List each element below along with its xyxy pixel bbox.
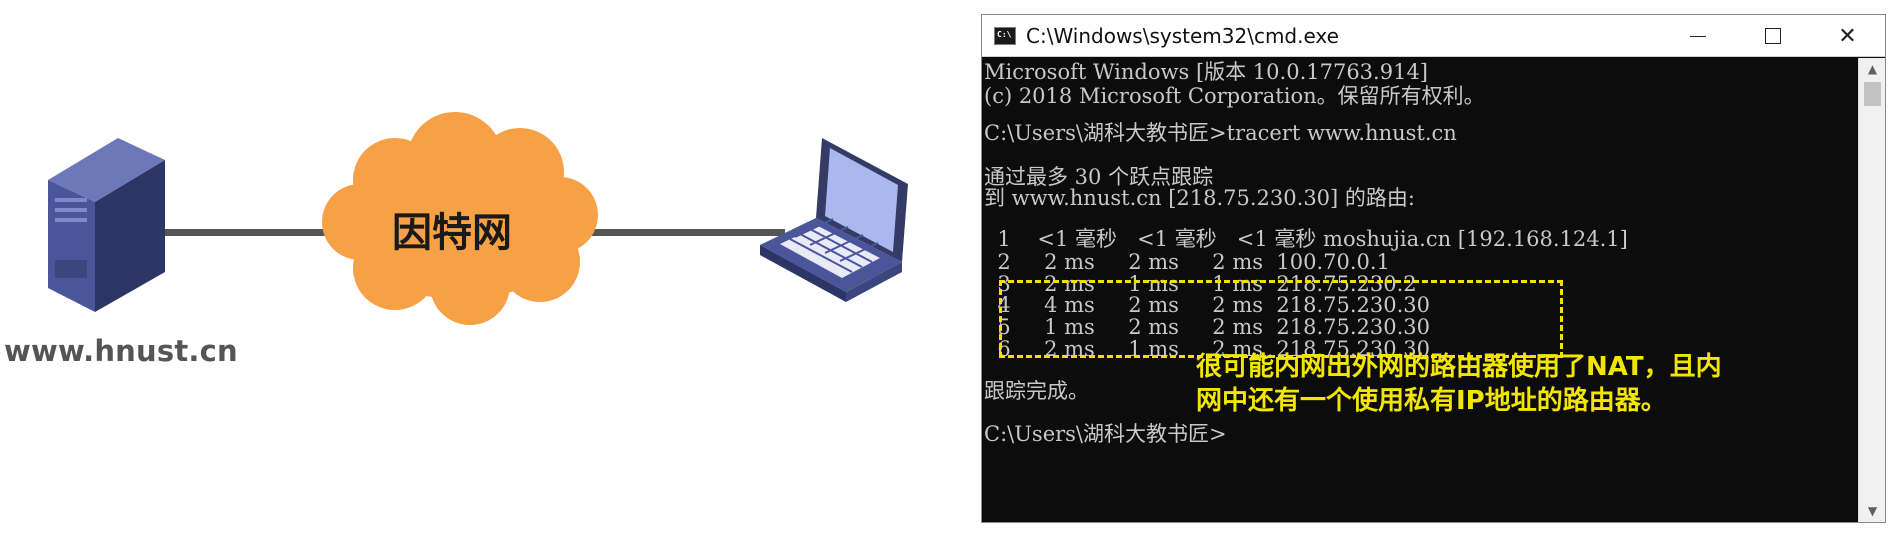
close-icon: ✕ bbox=[1838, 23, 1857, 49]
highlight-dashed-box bbox=[999, 280, 1563, 358]
link-cloud-laptop bbox=[570, 229, 785, 236]
scroll-up-arrow-icon[interactable]: ▲ bbox=[1859, 58, 1886, 80]
server-hostname-label: www.hnust.cn bbox=[4, 334, 238, 368]
trace-hop-row: 2 2 ms 2 ms 2 ms 100.70.0.1 bbox=[984, 250, 1390, 274]
console-output[interactable]: Microsoft Windows [版本 10.0.17763.914] (c… bbox=[982, 58, 1858, 522]
console-line: (c) 2018 Microsoft Corporation。保留所有权利。 bbox=[984, 84, 1485, 108]
diagram-canvas bbox=[48, 112, 908, 325]
console-line: 到 www.hnust.cn [218.75.230.30] 的路由: bbox=[984, 186, 1415, 210]
trace-hop-row: 1 <1 毫秒 <1 毫秒 <1 毫秒 moshujia.cn [192.168… bbox=[984, 227, 1628, 251]
scroll-down-arrow-icon[interactable]: ▼ bbox=[1859, 500, 1886, 522]
network-diagram: 因特网 www.hnust.cn bbox=[0, 0, 960, 543]
console-line: C:\Users\湖科大教书匠>tracert www.hnust.cn bbox=[984, 121, 1457, 145]
title-bar[interactable]: C:\ C:\Windows\system32\cmd.exe ✕ bbox=[982, 15, 1885, 57]
server-icon bbox=[48, 138, 165, 312]
cmd-app-icon-text: C:\ bbox=[997, 30, 1012, 39]
scroll-thumb[interactable] bbox=[1864, 82, 1881, 106]
minimize-icon bbox=[1689, 35, 1706, 37]
cmd-window: C:\ C:\Windows\system32\cmd.exe ✕ Micros… bbox=[981, 14, 1886, 523]
maximize-icon bbox=[1764, 28, 1781, 44]
command-prompt: C:\Users\湖科大教书匠> bbox=[984, 422, 1227, 446]
internet-label: 因特网 bbox=[392, 210, 512, 256]
nat-annotation-line-1: 很可能内网出外网的路由器使用了NAT，且内 bbox=[1196, 352, 1722, 382]
cmd-app-icon[interactable]: C:\ bbox=[994, 27, 1016, 45]
vertical-scrollbar[interactable]: ▲ ▼ bbox=[1858, 58, 1885, 522]
console-line: 跟踪完成。 bbox=[984, 379, 1089, 403]
console-line: Microsoft Windows [版本 10.0.17763.914] bbox=[984, 60, 1428, 84]
window-title: C:\Windows\system32\cmd.exe bbox=[1026, 24, 1339, 48]
minimize-button[interactable] bbox=[1660, 15, 1735, 57]
laptop-icon bbox=[760, 138, 908, 302]
close-button[interactable]: ✕ bbox=[1810, 15, 1885, 57]
maximize-button[interactable] bbox=[1735, 15, 1810, 57]
nat-annotation: 很可能内网出外网的路由器使用了NAT，且内 网中还有一个使用私有IP地址的路由器… bbox=[1196, 350, 1846, 418]
nat-annotation-line-2: 网中还有一个使用私有IP地址的路由器。 bbox=[1196, 386, 1667, 416]
